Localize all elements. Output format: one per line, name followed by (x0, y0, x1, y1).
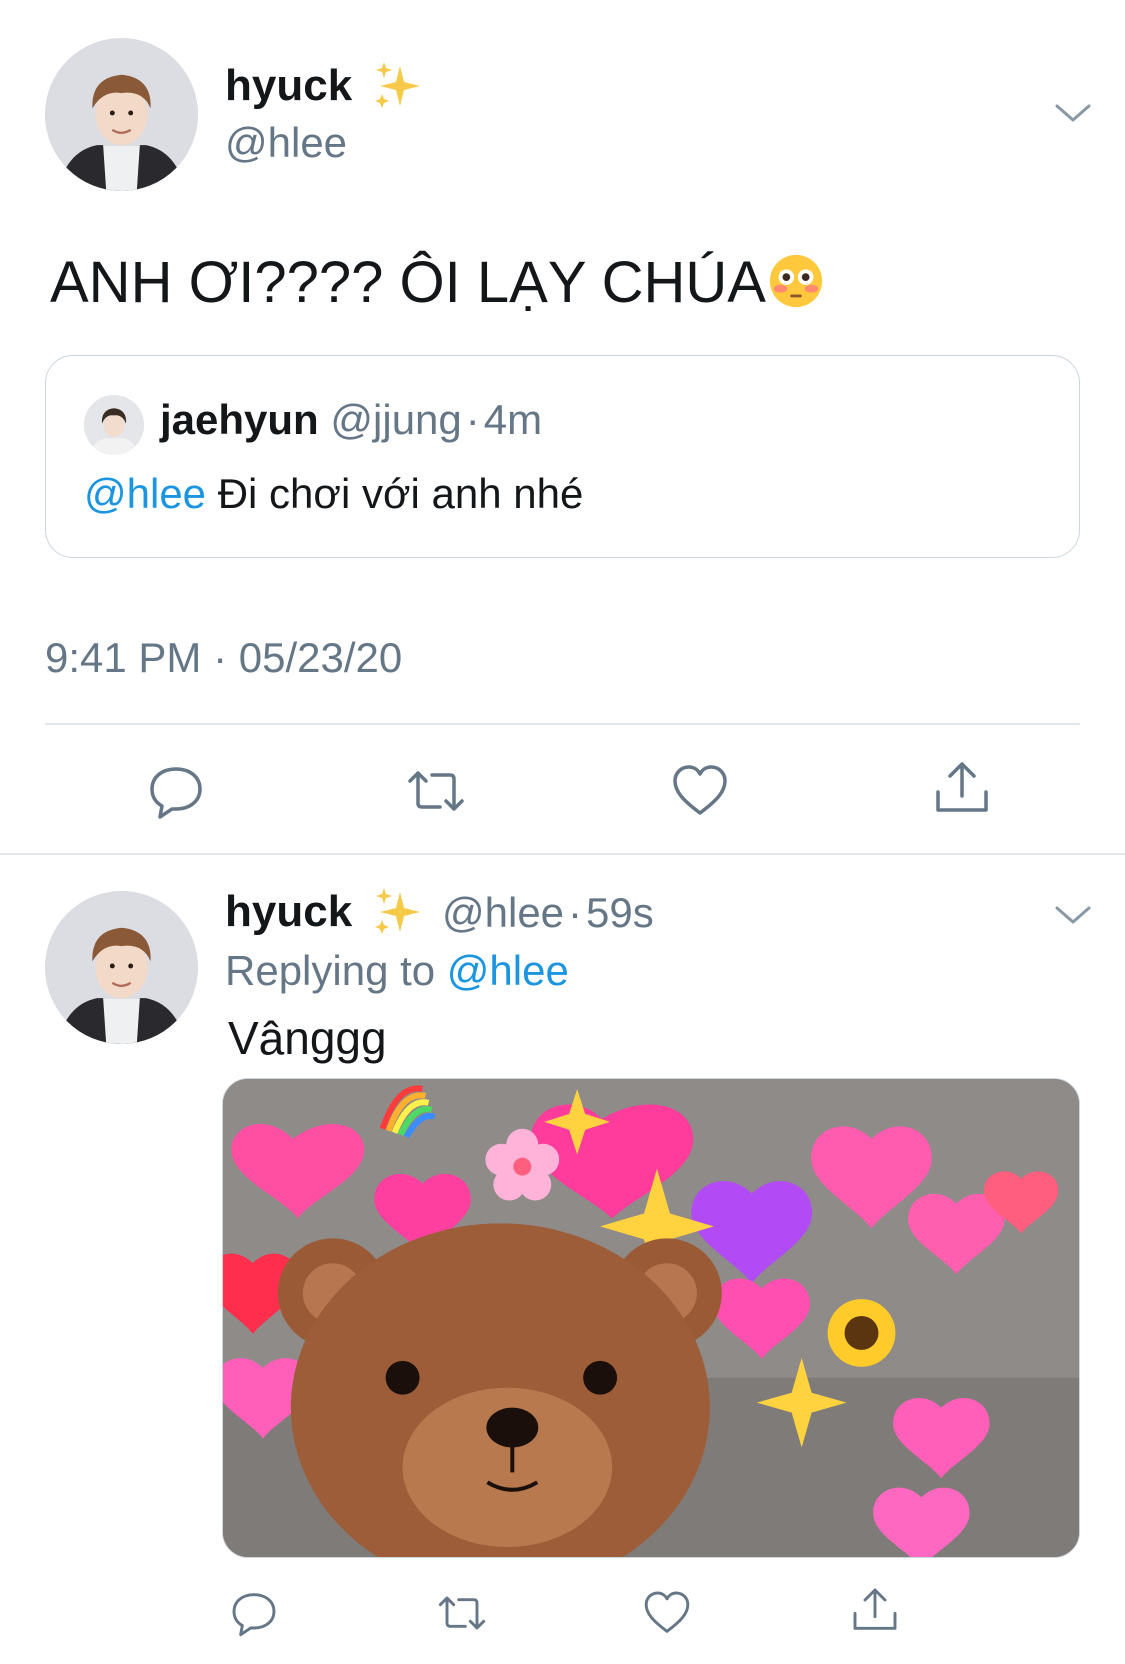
replying-handle[interactable]: @hlee (447, 947, 569, 994)
share-button[interactable] (926, 752, 998, 824)
quoted-text: @hlee Đi chơi với anh nhé (84, 468, 583, 520)
author-display-name[interactable]: hyuck (225, 60, 352, 112)
retweet-icon (438, 1596, 486, 1630)
share-icon (936, 762, 988, 812)
share-button[interactable] (845, 1580, 905, 1640)
reply-meta: @hlee·59s (442, 887, 654, 939)
quoted-separator: · (465, 396, 480, 443)
reply-icon (150, 767, 202, 819)
retweet-icon (408, 771, 464, 811)
author-handle[interactable]: @hlee (225, 118, 347, 168)
like-icon (673, 765, 727, 815)
reply-age: 59s (586, 889, 654, 936)
reply-separator: · (568, 889, 583, 936)
tweet-text: ANH ƠI???? ÔI LẠY CHÚA (50, 248, 825, 318)
reply-button[interactable] (224, 1583, 284, 1643)
replying-prefix: Replying to (225, 947, 436, 994)
flushed-face-icon (767, 252, 825, 310)
sparkles-icon (370, 884, 426, 940)
reply-author-avatar[interactable] (45, 891, 198, 1044)
quoted-body: Đi chơi với anh nhé (217, 470, 584, 517)
like-button[interactable] (664, 755, 736, 827)
author-avatar[interactable] (45, 38, 198, 191)
sparkles-icon (370, 58, 426, 114)
quoted-handle[interactable]: @jjung (330, 396, 461, 443)
quoted-display-name[interactable]: jaehyun (160, 396, 319, 443)
divider (45, 723, 1080, 725)
reply-text: Vânggg (228, 1012, 387, 1064)
share-icon (853, 1588, 897, 1630)
retweet-button[interactable] (432, 1583, 492, 1643)
reply-handle[interactable]: @hlee (442, 889, 564, 936)
media-image[interactable] (222, 1078, 1080, 1558)
section-divider (0, 853, 1125, 855)
retweet-button[interactable] (400, 755, 472, 827)
reply-header: hyuck (225, 886, 352, 938)
chevron-down-icon[interactable] (1053, 900, 1093, 930)
like-button[interactable] (637, 1583, 697, 1643)
quoted-age: 4m (483, 396, 543, 443)
quoted-header: jaehyun @jjung·4m (160, 394, 542, 446)
replying-to: Replying to @hlee (225, 945, 569, 997)
quoted-author-avatar (84, 395, 144, 455)
like-icon (644, 1591, 690, 1633)
quoted-mention[interactable]: @hlee (84, 470, 206, 517)
chevron-down-icon[interactable] (1053, 98, 1093, 128)
reply-display-name[interactable]: hyuck (225, 887, 352, 936)
reply-icon (232, 1593, 276, 1637)
quoted-tweet-card[interactable]: jaehyun @jjung·4m @hlee Đi chơi với anh … (45, 355, 1080, 558)
reply-button[interactable] (140, 755, 212, 827)
tweet-timestamp[interactable]: 9:41 PM · 05/23/20 (45, 632, 402, 684)
